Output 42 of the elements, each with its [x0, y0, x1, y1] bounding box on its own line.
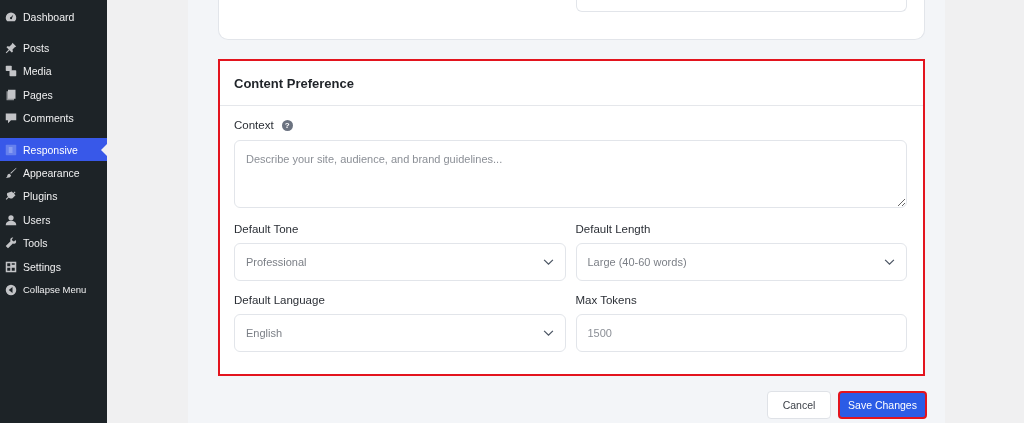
dropdown[interactable]: Professional: [234, 243, 566, 281]
field-label: Context: [234, 118, 274, 133]
field-label: Default Language: [234, 293, 326, 308]
sidebar-item[interactable]: Comments: [0, 106, 107, 130]
user-icon: [5, 213, 17, 226]
gauge-icon: [5, 10, 17, 23]
field-label: Max Tokens: [575, 293, 638, 308]
settings-icon: [5, 260, 17, 273]
pin-icon: [5, 42, 17, 55]
section-title: Content Preference: [234, 75, 354, 91]
chevron-down-icon: [884, 258, 895, 266]
dropdown[interactable]: Large (40-60 words): [575, 243, 907, 281]
speech-bubble-icon: [5, 112, 17, 125]
cancel-button[interactable]: Cancel: [767, 391, 831, 419]
sidebar-item[interactable]: Settings: [0, 254, 107, 279]
context-field[interactable]: Describe your site, audience, and brand guidelines...: [234, 140, 907, 208]
sidebar-item[interactable]: Users: [0, 208, 107, 232]
media-icon: [5, 65, 17, 78]
sidebar-item[interactable]: Media: [0, 59, 107, 84]
square-icon: [5, 143, 17, 156]
sidebar-item[interactable]: Plugins: [0, 184, 107, 209]
chevron-down-icon: [542, 329, 554, 337]
field-label: Default Length: [575, 222, 652, 237]
sidebar-item[interactable]: Responsive: [0, 137, 107, 162]
plug-icon: [5, 190, 17, 203]
sidebar-item[interactable]: Posts: [0, 36, 107, 60]
input-field[interactable]: 1500: [575, 314, 907, 352]
wrench-icon: [5, 237, 17, 250]
sidebar-item[interactable]: Pages: [0, 83, 107, 107]
dropdown[interactable]: English: [234, 314, 566, 352]
sidebar-item[interactable]: Dashboard: [0, 5, 107, 29]
help-icon[interactable]: ?: [281, 119, 293, 131]
collapse-icon: [5, 284, 17, 296]
input-field[interactable]: [575, 0, 907, 12]
chevron-down-icon: [542, 258, 554, 266]
field-label: Default Tone: [234, 222, 300, 237]
sidebar-item[interactable]: Collapse Menu: [0, 278, 107, 302]
pages-icon: [5, 88, 17, 101]
sidebar-item[interactable]: Tools: [0, 231, 107, 255]
save-button[interactable]: Save Changes: [838, 391, 927, 419]
sidebar-item[interactable]: Appearance: [0, 161, 107, 185]
brush-icon: [5, 167, 17, 180]
